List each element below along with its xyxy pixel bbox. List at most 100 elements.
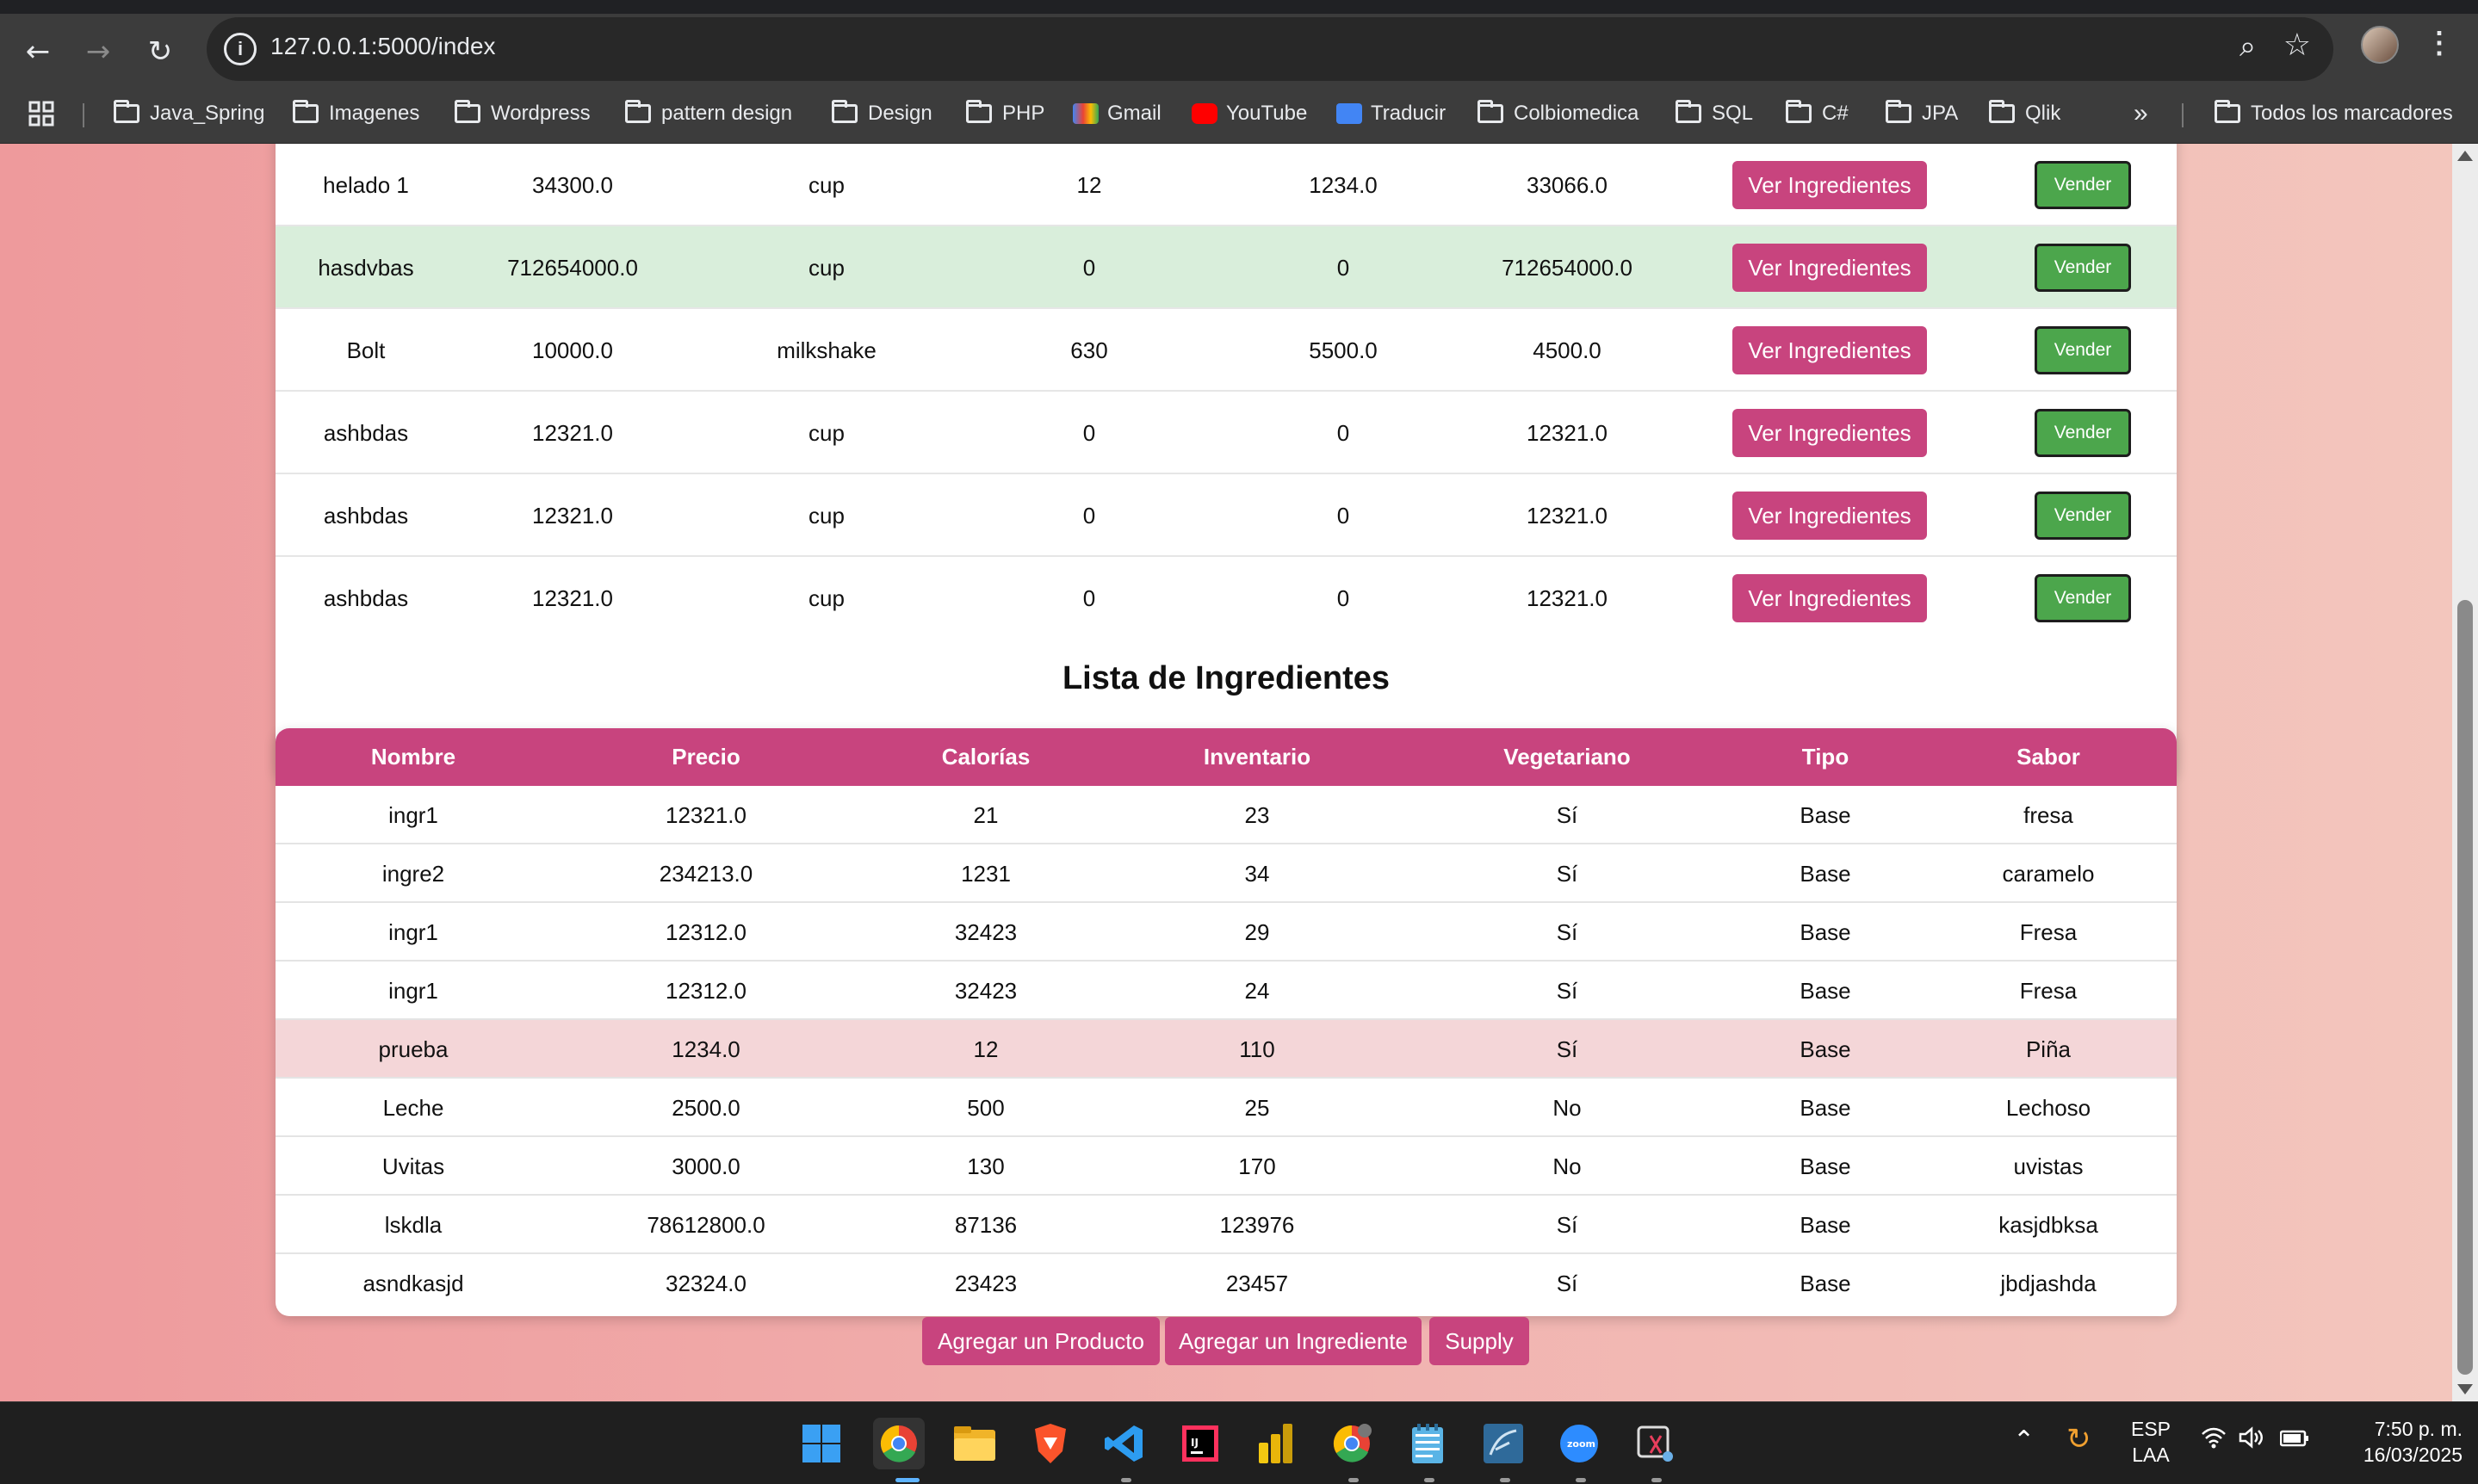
clock[interactable]: 7:50 p. m. 16/03/2025	[2325, 1416, 2463, 1468]
vscode-icon[interactable]	[1099, 1418, 1150, 1469]
bookmark-qlik[interactable]: Qlik	[1989, 96, 2060, 131]
notepad-icon[interactable]	[1402, 1418, 1453, 1469]
forward-icon[interactable]: →	[74, 28, 122, 76]
volume-icon[interactable]	[2239, 1426, 2264, 1455]
page-scrollbar[interactable]	[2452, 144, 2478, 1401]
language-indicator[interactable]: ESP LAA	[2125, 1416, 2177, 1468]
cell-vegetariano: No	[1552, 1153, 1582, 1179]
scroll-down-icon[interactable]	[2457, 1384, 2473, 1394]
bookmark-php[interactable]: PHP	[966, 96, 1044, 131]
ver-ingredientes-button[interactable]: Ver Ingredientes	[1732, 161, 1927, 209]
bookmark-gmail[interactable]: Gmail	[1073, 96, 1162, 131]
cell-calories: 0	[1082, 419, 1096, 446]
cell-cost: 0	[1336, 254, 1350, 281]
cell-calories: 0	[1082, 584, 1096, 611]
brave-icon[interactable]	[1025, 1418, 1076, 1469]
cell-calorias: 130	[967, 1153, 1005, 1179]
all-bookmarks[interactable]: Todos los marcadores	[2215, 96, 2453, 131]
vender-button[interactable]: Vender	[2035, 326, 2131, 374]
file-explorer-icon[interactable]	[949, 1418, 1000, 1469]
ver-ingredientes-button[interactable]: Ver Ingredientes	[1732, 409, 1927, 457]
battery-icon[interactable]	[2279, 1428, 2309, 1454]
bookmark-star-icon[interactable]: ☆	[2283, 28, 2311, 63]
chrome-profile-icon[interactable]	[1326, 1418, 1378, 1469]
cell-tipo: Base	[1800, 1036, 1851, 1062]
scrollbar-thumb[interactable]	[2457, 600, 2473, 1375]
cell-nombre: ingr1	[388, 977, 438, 1004]
intellij-icon[interactable]: IJ	[1174, 1418, 1226, 1469]
menu-icon[interactable]: ⋮	[2425, 26, 2454, 60]
bookmark-sql[interactable]: SQL	[1676, 96, 1753, 131]
running-indicator	[1424, 1478, 1434, 1482]
snipping-tool-icon[interactable]	[1629, 1418, 1681, 1469]
powerbi-icon[interactable]	[1250, 1418, 1302, 1469]
site-info-icon[interactable]: i	[224, 33, 257, 65]
cell-type: cup	[808, 502, 845, 529]
cell-tipo: Base	[1800, 860, 1851, 887]
bookmark-wordpress[interactable]: Wordpress	[455, 96, 591, 131]
bookmark-label: JPA	[1922, 102, 1959, 125]
wifi-icon[interactable]	[2201, 1426, 2227, 1455]
ver-ingredientes-button[interactable]: Ver Ingredientes	[1732, 574, 1927, 622]
table-row: ashbdas 12321.0 cup 0 0 12321.0 Ver Ingr…	[276, 392, 2177, 474]
zoom-icon[interactable]: zoom	[1553, 1418, 1605, 1469]
more-bookmarks-icon[interactable]: »	[2134, 96, 2148, 131]
bookmark-csharp[interactable]: C#	[1786, 96, 1849, 131]
header-tipo: Tipo	[1801, 744, 1849, 770]
supply-button[interactable]: Supply	[1429, 1317, 1529, 1365]
bookmark-imagenes[interactable]: Imagenes	[293, 96, 419, 131]
cell-tipo: Base	[1800, 801, 1851, 828]
cell-price: 34300.0	[532, 171, 613, 198]
vender-button[interactable]: Vender	[2035, 574, 2131, 622]
folder-icon	[455, 100, 480, 123]
cell-vegetariano: No	[1552, 1094, 1582, 1121]
reload-icon[interactable]: ↻	[136, 28, 184, 76]
ver-ingredientes-button[interactable]: Ver Ingredientes	[1732, 326, 1927, 374]
bookmark-design[interactable]: Design	[832, 96, 932, 131]
bookmark-traducir[interactable]: Traducir	[1336, 96, 1446, 131]
vender-button[interactable]: Vender	[2035, 409, 2131, 457]
table-row: helado 1 34300.0 cup 12 1234.0 33066.0 V…	[276, 144, 2177, 226]
vender-button[interactable]: Vender	[2035, 161, 2131, 209]
mysql-workbench-icon[interactable]	[1478, 1418, 1529, 1469]
cell-price: 12321.0	[532, 502, 613, 529]
zoom-icon[interactable]: ⌕	[2239, 29, 2256, 64]
chrome-icon[interactable]	[873, 1418, 925, 1469]
cell-name: Bolt	[346, 337, 386, 363]
svg-text:zoom: zoom	[1567, 1438, 1595, 1450]
bookmark-jpa[interactable]: JPA	[1886, 96, 1958, 131]
header-vegetariano: Vegetariano	[1503, 744, 1631, 770]
windows-start-icon[interactable]	[796, 1418, 847, 1469]
scroll-up-icon[interactable]	[2457, 151, 2473, 161]
bookmark-java-spring[interactable]: Java_Spring	[114, 96, 264, 131]
browser-chrome: ← → ↻ i 127.0.0.1:5000/index ⌕ ☆ ⋮ Java_…	[0, 0, 2478, 144]
running-indicator	[1651, 1478, 1662, 1482]
add-product-button[interactable]: Agregar un Producto	[922, 1317, 1160, 1365]
bookmark-colbiomedica[interactable]: Colbiomedica	[1478, 96, 1639, 131]
cell-inventario: 34	[1244, 860, 1270, 887]
folder-icon	[1478, 100, 1503, 123]
bookmark-label: C#	[1822, 102, 1849, 125]
ver-ingredientes-button[interactable]: Ver Ingredientes	[1732, 492, 1927, 540]
cell-precio: 3000.0	[672, 1153, 740, 1179]
bookmark-pattern-design[interactable]: pattern design	[625, 96, 792, 131]
profile-avatar[interactable]	[2361, 26, 2399, 64]
add-ingredient-button[interactable]: Agregar un Ingrediente	[1165, 1317, 1422, 1365]
chevron-up-icon[interactable]: ⌃	[2013, 1428, 2035, 1454]
sync-icon[interactable]: ↻	[2066, 1425, 2091, 1454]
vender-button[interactable]: Vender	[2035, 244, 2131, 292]
cell-precio: 234213.0	[659, 860, 753, 887]
table-row: prueba 1234.0 12 110 Sí Base Piña	[276, 1020, 2177, 1079]
cell-profit: 12321.0	[1527, 502, 1608, 529]
apps-icon[interactable]	[28, 96, 55, 131]
translate-icon	[1336, 103, 1362, 124]
ver-ingredientes-button[interactable]: Ver Ingredientes	[1732, 244, 1927, 292]
cell-type: cup	[808, 584, 845, 611]
bookmark-youtube[interactable]: YouTube	[1192, 96, 1307, 131]
url-text[interactable]: 127.0.0.1:5000/index	[270, 33, 496, 60]
back-icon[interactable]: ←	[14, 28, 62, 76]
address-bar[interactable]: i 127.0.0.1:5000/index ⌕ ☆	[207, 17, 2333, 81]
cell-tipo: Base	[1800, 977, 1851, 1004]
youtube-icon	[1192, 103, 1217, 124]
vender-button[interactable]: Vender	[2035, 492, 2131, 540]
